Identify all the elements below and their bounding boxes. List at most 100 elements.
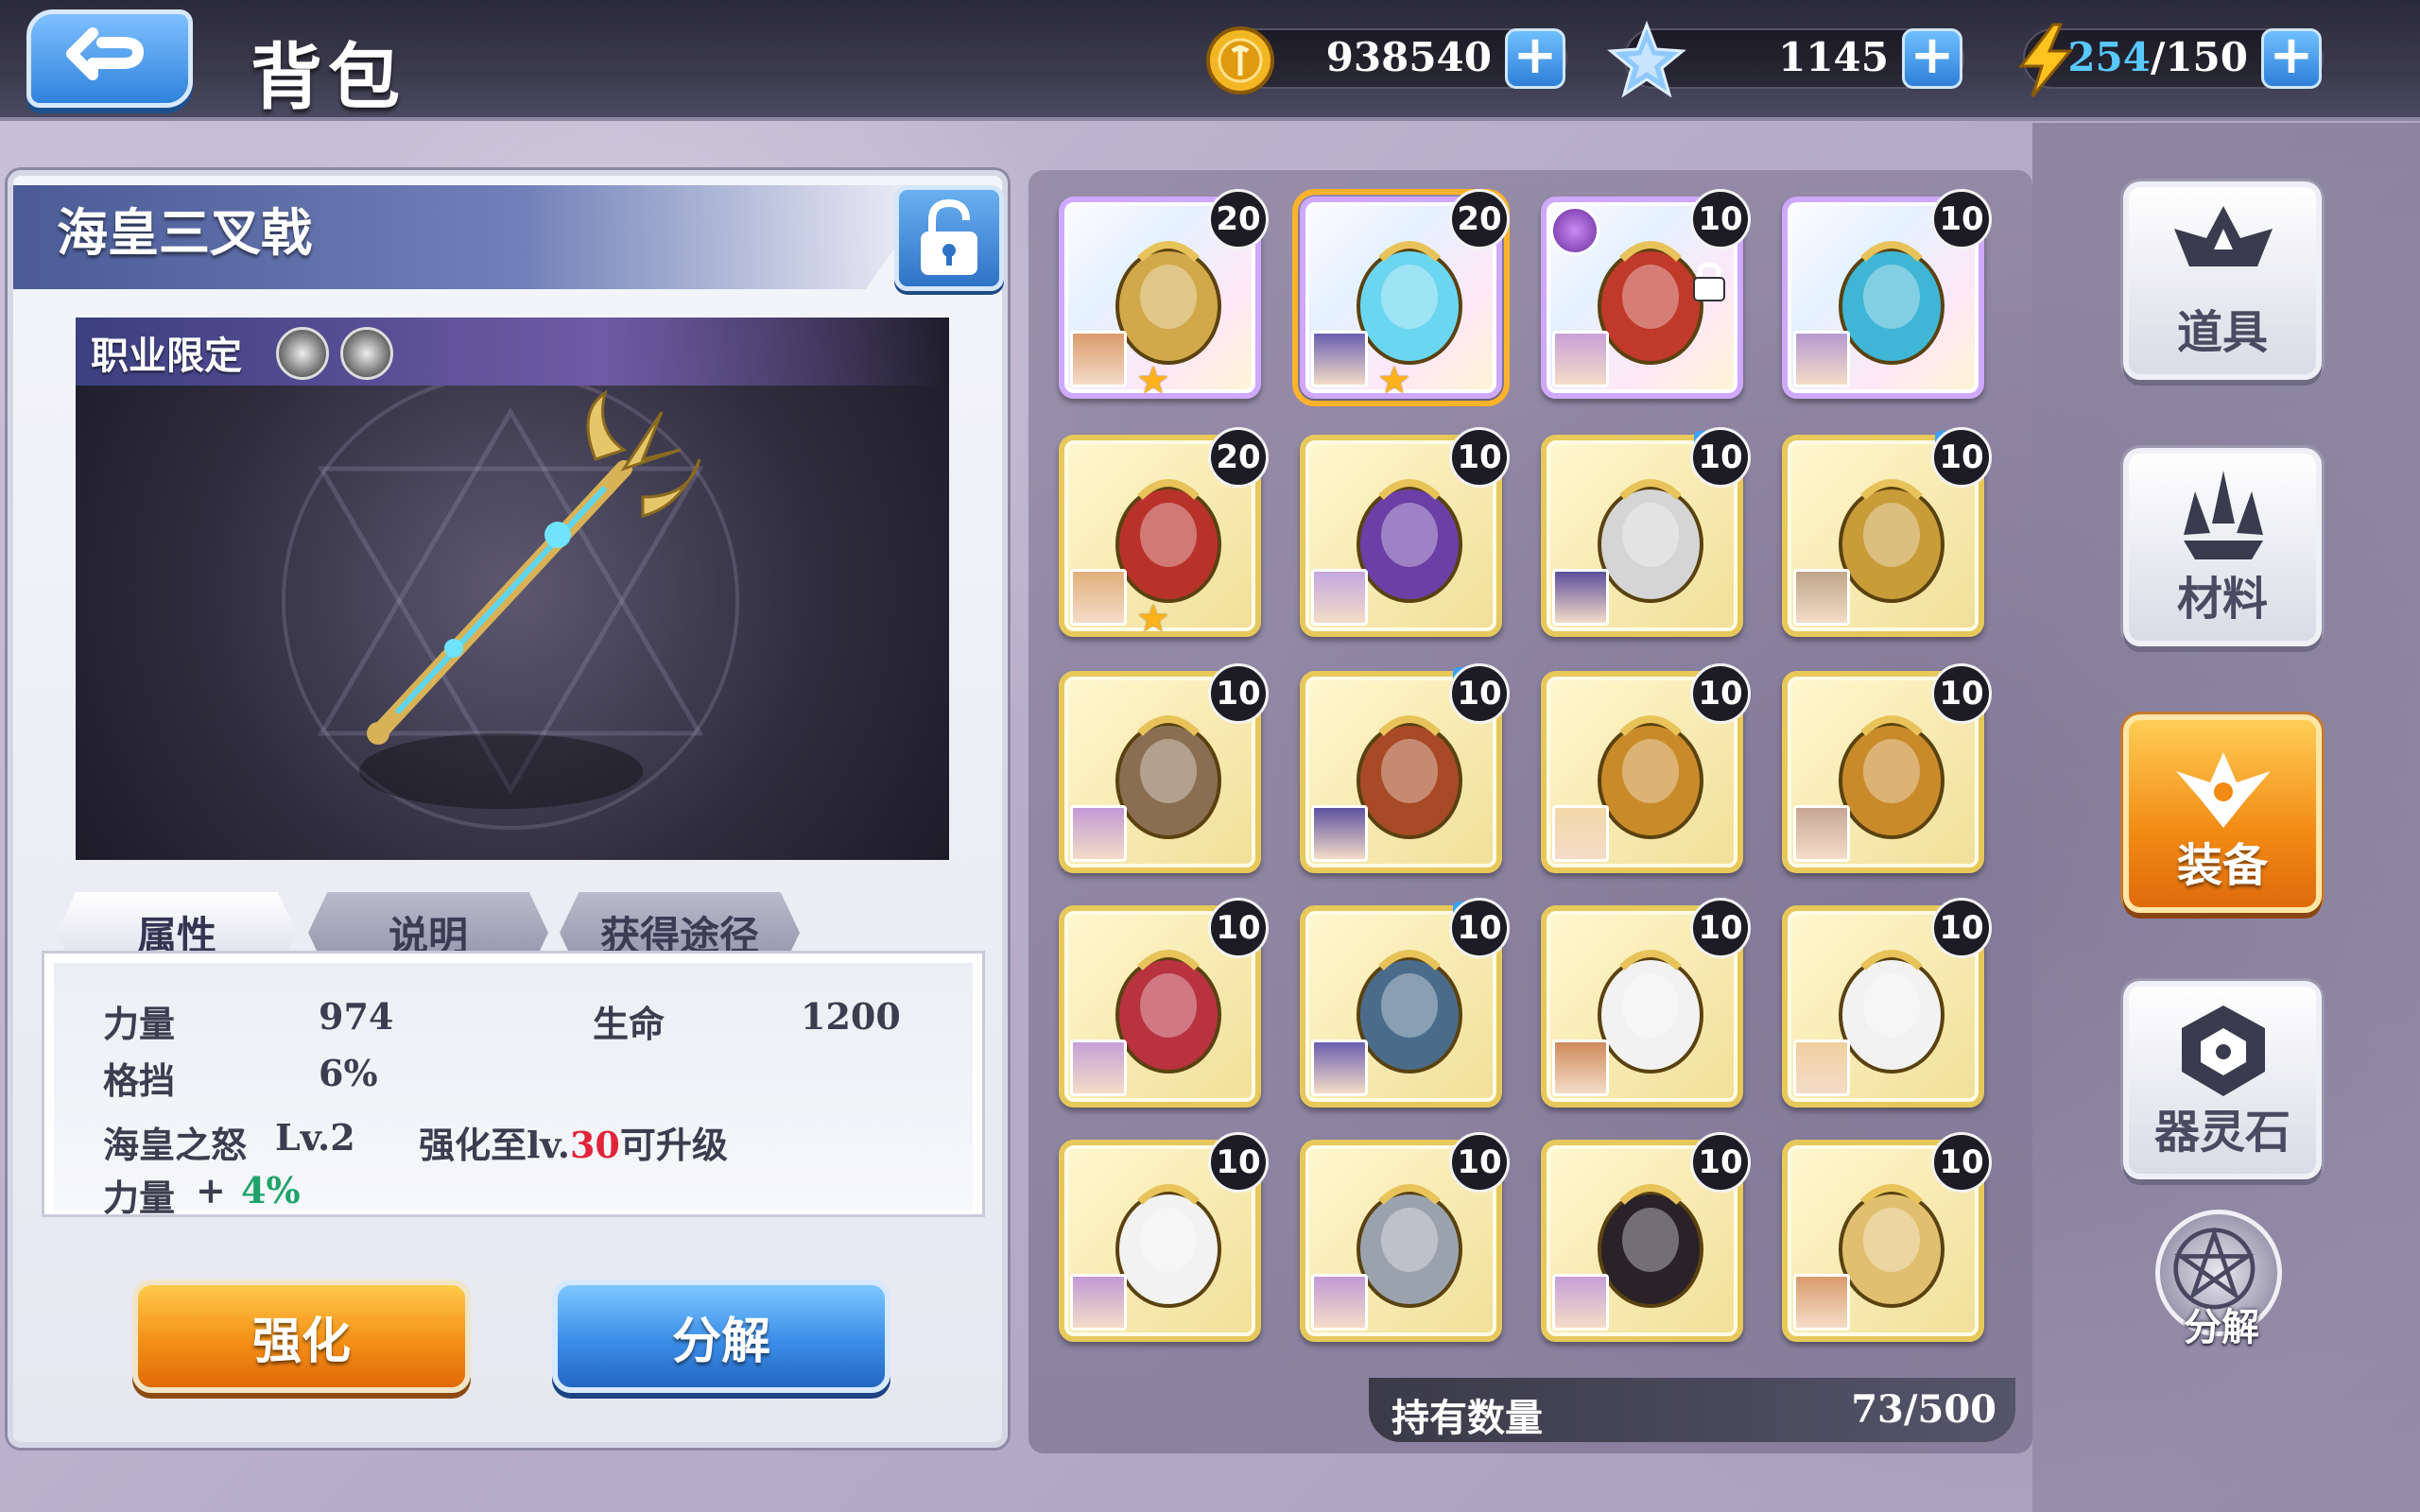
back-arrow-icon: [66, 27, 144, 80]
inventory-item-0[interactable]: ★ 20: [1059, 189, 1269, 403]
item-count-badge: 10: [1449, 663, 1510, 724]
item-count-badge: 10: [1931, 1132, 1992, 1193]
hero-portrait-avatar: [1793, 1040, 1850, 1096]
bonus-plus: +: [196, 1169, 226, 1211]
bonus-value: 4%: [241, 1169, 301, 1211]
stats-box: 力量 974 生命 1200 格挡 6% 海皇之怒 Lv.2 强化至lv.30可…: [42, 951, 985, 1219]
hero-portrait-avatar: [1311, 1040, 1368, 1096]
inventory-item-12[interactable]: 10: [1059, 898, 1269, 1108]
add-energy-button[interactable]: +: [2261, 28, 2322, 89]
inventory-item-5[interactable]: 10: [1300, 427, 1510, 637]
skill-name: 海皇之怒: [103, 1124, 248, 1166]
nav-items-button[interactable]: 道具: [2123, 181, 2322, 380]
stat-block-label: 格挡: [103, 1059, 176, 1102]
inventory-item-9[interactable]: 10: [1300, 663, 1510, 873]
stat-hp-label: 生命: [593, 1003, 666, 1045]
item-count-badge: 10: [1931, 189, 1992, 249]
nav-equipment-button[interactable]: 装备: [2123, 714, 2322, 913]
crystal-star-icon: [1607, 21, 1686, 98]
item-count-badge: 10: [1690, 898, 1751, 958]
inventory-item-7[interactable]: 10: [1782, 427, 1992, 637]
hero-portrait-avatar: [1552, 569, 1609, 626]
item-name: 海皇三叉戟: [57, 202, 312, 263]
star-value: 1145: [1778, 34, 1889, 80]
gold-value: 938540: [1325, 34, 1492, 80]
inventory-item-17[interactable]: 10: [1300, 1132, 1510, 1342]
stat-block-value: 6%: [319, 1052, 378, 1094]
nav-materials-button[interactable]: 材料: [2123, 448, 2322, 646]
inventory-item-18[interactable]: 10: [1541, 1132, 1751, 1342]
item-count-badge: 10: [1690, 1132, 1751, 1193]
inventory-item-19[interactable]: 10: [1782, 1132, 1992, 1342]
item-count-badge: 10: [1208, 663, 1269, 724]
item-count-badge: 20: [1449, 189, 1510, 249]
inventory-item-2[interactable]: 10: [1541, 189, 1751, 399]
hero-portrait-avatar: [1552, 331, 1609, 387]
item-preview: 职业限定: [76, 318, 949, 860]
nav-decompose-button[interactable]: 分解: [2155, 1210, 2288, 1351]
item-count-badge: 10: [1208, 1132, 1269, 1193]
hero-portrait-avatar: [1793, 805, 1850, 862]
shield-class-icon: [276, 327, 329, 380]
top-bar: 背包 938540 + 1145 + 254/150 +: [0, 0, 2420, 121]
back-button[interactable]: [26, 9, 193, 108]
item-count-badge: 10: [1449, 898, 1510, 958]
items-crown-icon: [2174, 206, 2273, 266]
item-count-badge: 10: [1208, 898, 1269, 958]
item-count-badge: 10: [1690, 427, 1751, 488]
nav-spirit-stone-button[interactable]: 器灵石: [2123, 981, 2322, 1179]
skill-level: Lv.2: [275, 1116, 355, 1159]
enhance-button[interactable]: 强化: [132, 1280, 471, 1393]
inventory-item-6[interactable]: 10: [1541, 427, 1751, 637]
item-detail-panel: 海皇三叉戟 职业限定 属性 说明 获得途径 力量 974 生命 1200 格挡 …: [8, 170, 1008, 1448]
item-count-badge: 10: [1449, 427, 1510, 488]
inventory-item-15[interactable]: 10: [1782, 898, 1992, 1108]
stat-hp-value: 1200: [801, 995, 901, 1038]
item-count-badge: 10: [1690, 663, 1751, 724]
energy-value: 254/150: [2067, 34, 2248, 80]
nav-decompose-label: 分解: [2184, 1305, 2259, 1349]
inventory-item-3[interactable]: 10: [1782, 189, 1992, 399]
nav-materials-label: 材料: [2176, 573, 2268, 626]
item-count-badge: 10: [1931, 898, 1992, 958]
hero-portrait-avatar: [1311, 805, 1368, 862]
add-gold-button[interactable]: +: [1505, 28, 1565, 89]
stat-strength-value: 974: [319, 995, 394, 1038]
hero-portrait-avatar: [1070, 1040, 1127, 1096]
padlock-icon: [921, 198, 977, 275]
inventory-item-16[interactable]: 10: [1059, 1132, 1269, 1342]
class-restriction-label: 职业限定: [91, 334, 242, 378]
nav-equipment-label: 装备: [2176, 839, 2268, 892]
hero-portrait-avatar: [1070, 1274, 1127, 1331]
inventory-item-10[interactable]: 10: [1541, 663, 1751, 873]
inventory-item-13[interactable]: 10: [1300, 898, 1510, 1108]
item-count-badge: 10: [1931, 663, 1992, 724]
lock-icon: [1693, 262, 1725, 301]
decompose-item-button[interactable]: 分解: [552, 1280, 890, 1393]
item-count-badge: 20: [1208, 427, 1269, 488]
hero-portrait-avatar: [1793, 569, 1850, 626]
inventory-item-14[interactable]: 10: [1541, 898, 1751, 1108]
item-count-badge: 10: [1690, 189, 1751, 249]
inventory-item-4[interactable]: ★ 20: [1059, 427, 1269, 641]
star-resource: 1145 +: [1607, 21, 1964, 98]
materials-crystal-icon: [2184, 471, 2263, 559]
hero-portrait-avatar: [1070, 331, 1127, 387]
lock-button[interactable]: [894, 185, 1004, 291]
add-star-button[interactable]: +: [1902, 28, 1962, 89]
page-title: 背包: [251, 35, 406, 119]
hero-portrait-avatar: [1311, 569, 1368, 626]
inventory-item-11[interactable]: 10: [1782, 663, 1992, 873]
nav-items-label: 道具: [2176, 306, 2268, 359]
owned-count-label: 持有数量: [1392, 1396, 1543, 1440]
star-icon: ★: [1136, 359, 1170, 403]
sword-class-icon: [340, 327, 393, 380]
hero-portrait-avatar: [1552, 805, 1609, 862]
item-count-badge: 10: [1449, 1132, 1510, 1193]
inventory-item-8[interactable]: 10: [1059, 663, 1269, 873]
item-count-badge: 20: [1208, 189, 1269, 249]
trident-artwork: [282, 372, 739, 830]
spirit-stone-icon: [2182, 1005, 2265, 1096]
hero-portrait-avatar: [1793, 331, 1850, 387]
inventory-item-1[interactable]: ★ 20: [1292, 189, 1510, 406]
